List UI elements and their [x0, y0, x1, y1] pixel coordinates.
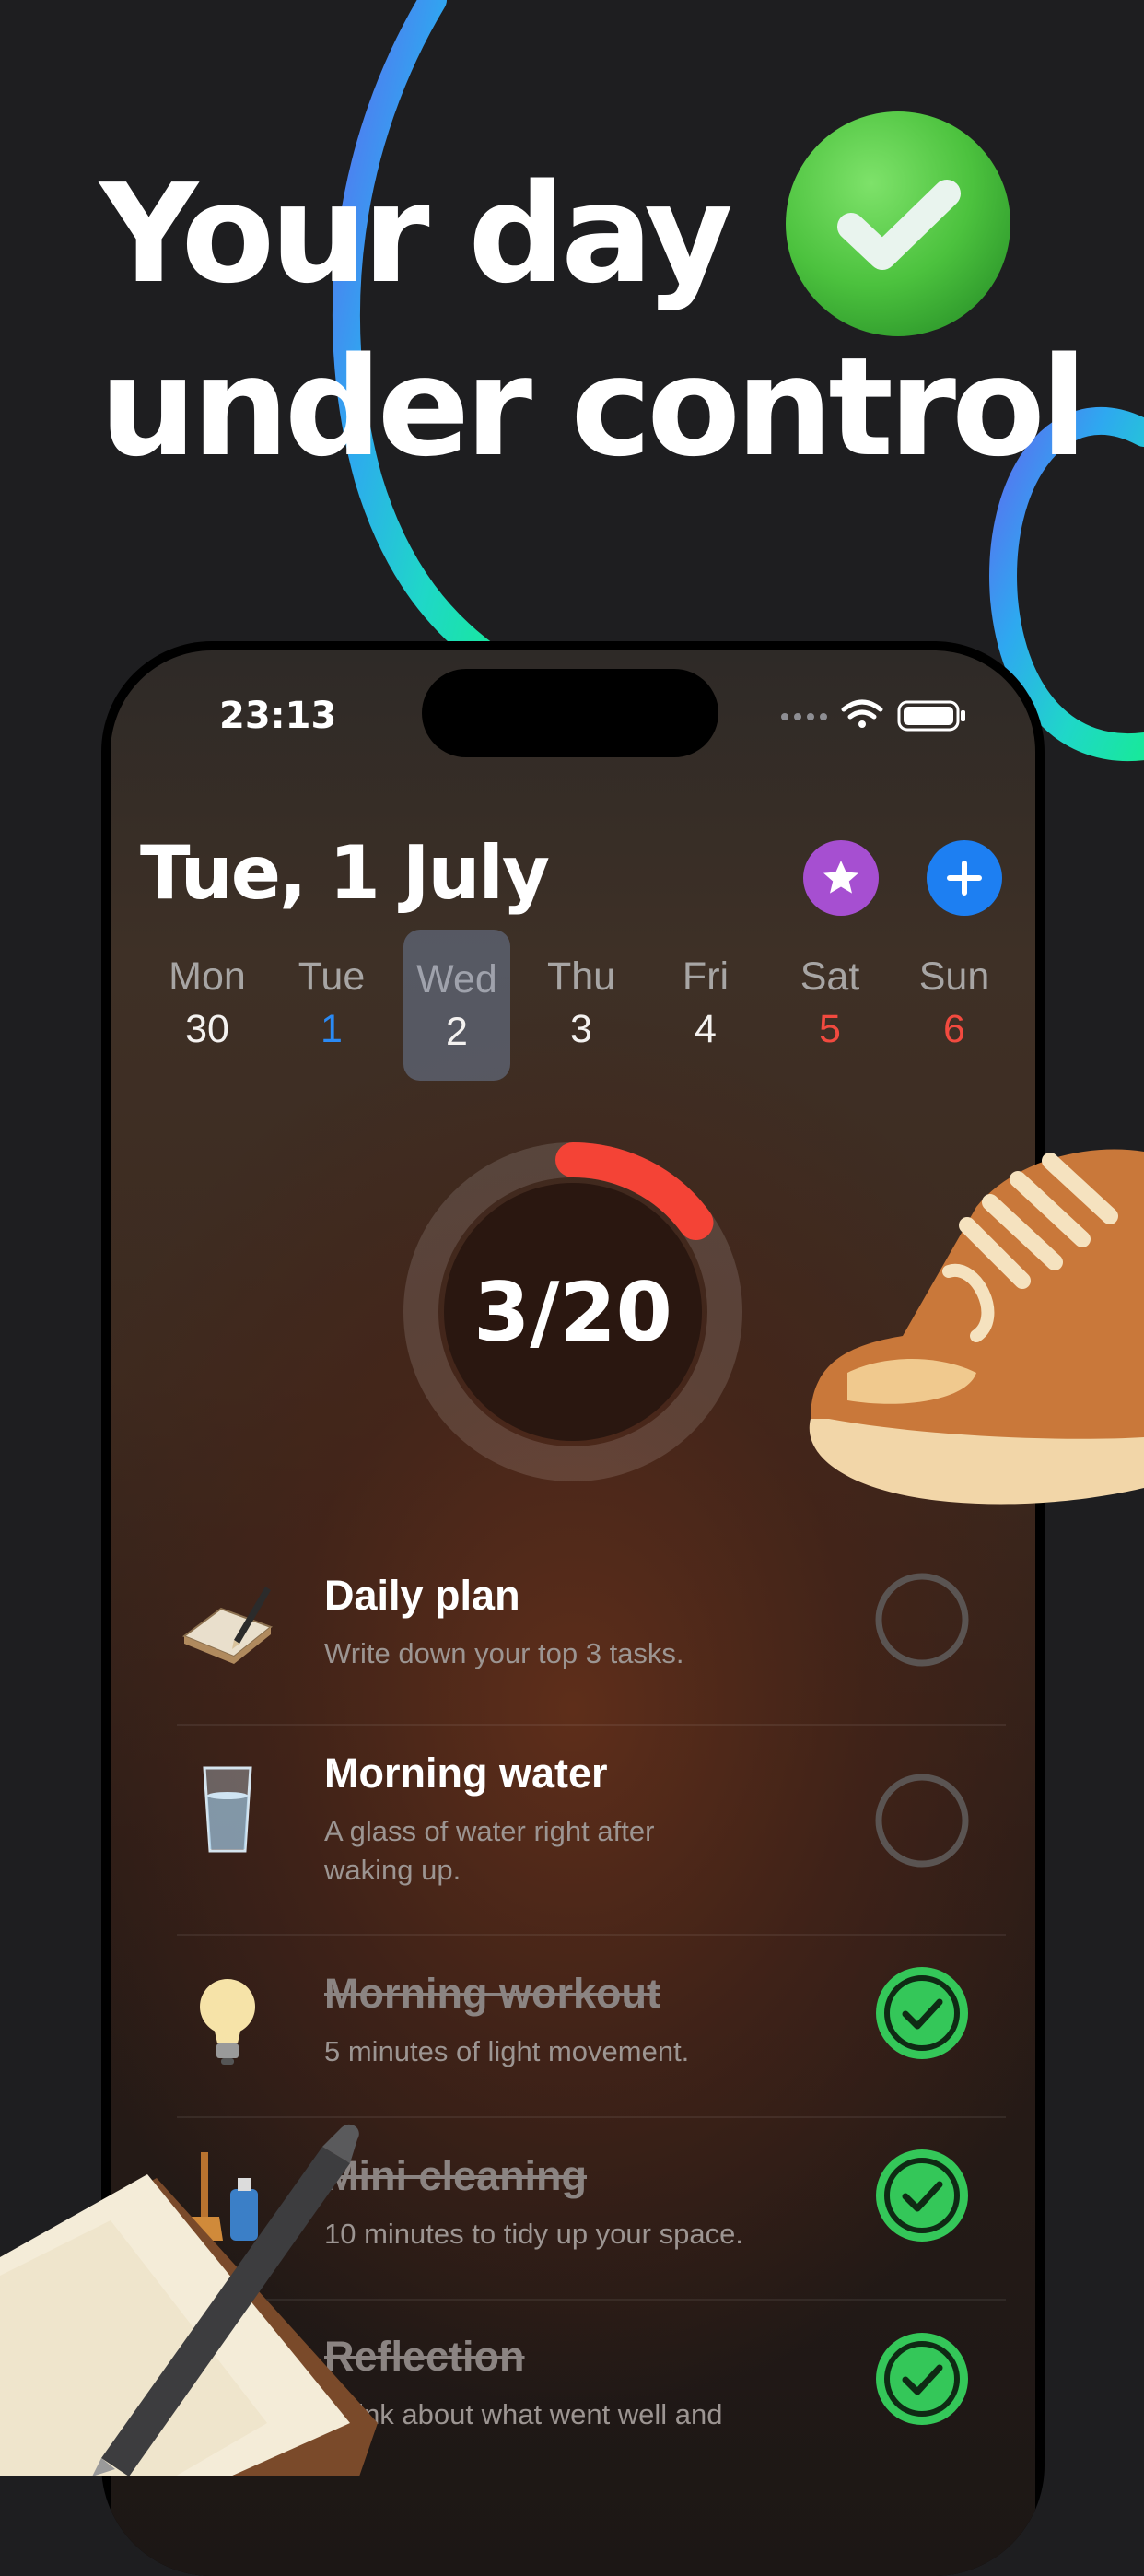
headline-line-2: under control [99, 328, 1087, 486]
task-checkbox-checked[interactable] [874, 1965, 970, 2061]
task-description: Write down your top 3 tasks. [324, 1637, 684, 1669]
status-icons [781, 699, 965, 732]
divider [177, 1724, 1006, 1726]
task-description: 5 minutes of light movement. [324, 2035, 690, 2067]
day-number: 6 [943, 1007, 965, 1051]
sneaker-illustration [809, 1149, 1144, 1505]
task-checkbox[interactable] [874, 1773, 970, 1868]
day-name: Sat [800, 954, 860, 999]
battery-icon [897, 700, 965, 732]
light-bulb-icon [200, 1979, 255, 2065]
week-strip: Mon 30 Tue 1 Wed 2 Thu 3 Fri 4 Sat 5 Sun… [111, 927, 1035, 1081]
water-glass-icon [203, 1766, 252, 1853]
day-tue[interactable]: Tue 1 [278, 927, 385, 1078]
dynamic-island [422, 669, 718, 757]
task-title: Daily plan [324, 1572, 520, 1619]
check-badge-icon [786, 111, 1010, 336]
task-checkbox[interactable] [874, 1572, 970, 1668]
day-number: 30 [185, 1007, 229, 1051]
star-icon [823, 861, 858, 894]
task-checkbox-checked[interactable] [874, 2148, 970, 2243]
day-wed[interactable]: Wed 2 [403, 930, 510, 1081]
notepad-icon [181, 1587, 274, 1664]
day-name: Wed [416, 957, 497, 1001]
day-name: Sun [918, 954, 990, 999]
task-description: A glass of water right after waking up. [324, 1815, 655, 1886]
day-sun[interactable]: Sun 6 [901, 927, 1008, 1078]
signal-dots-icon [781, 713, 827, 720]
day-fri[interactable]: Fri 4 [652, 927, 759, 1078]
status-time: 23:13 [219, 695, 337, 737]
favorites-button[interactable] [803, 840, 879, 916]
day-name: Tue [298, 954, 366, 999]
divider [177, 2116, 1006, 2118]
day-name: Fri [682, 954, 730, 999]
day-number: 5 [819, 1007, 841, 1051]
day-thu[interactable]: Thu 3 [528, 927, 635, 1078]
day-sat[interactable]: Sat 5 [776, 927, 883, 1078]
plus-icon [947, 861, 982, 896]
notebook-pen-illustration [0, 2124, 378, 2476]
task-checkbox-checked[interactable] [874, 2331, 970, 2427]
add-task-button[interactable] [927, 840, 1002, 916]
divider [177, 1934, 1006, 1936]
day-mon[interactable]: Mon 30 [154, 927, 261, 1078]
task-title: Morning workout [324, 1970, 660, 2017]
day-number: 3 [570, 1007, 592, 1051]
progress-label: 3/20 [473, 1264, 672, 1360]
task-title: Morning water [324, 1750, 608, 1797]
day-name: Mon [169, 954, 246, 999]
date-title: Tue, 1 July [140, 830, 550, 916]
task-row[interactable]: Daily plan Write down your top 3 tasks. [177, 1572, 1006, 1673]
task-row[interactable]: Morning workout 5 minutes of light movem… [177, 1967, 1006, 2080]
day-number: 2 [446, 1010, 468, 1054]
day-name: Thu [546, 954, 616, 999]
wifi-icon [841, 699, 883, 728]
day-number: 4 [695, 1007, 717, 1051]
day-number: 1 [321, 1007, 343, 1051]
task-row[interactable]: Morning water A glass of water right aft… [177, 1750, 1006, 1897]
